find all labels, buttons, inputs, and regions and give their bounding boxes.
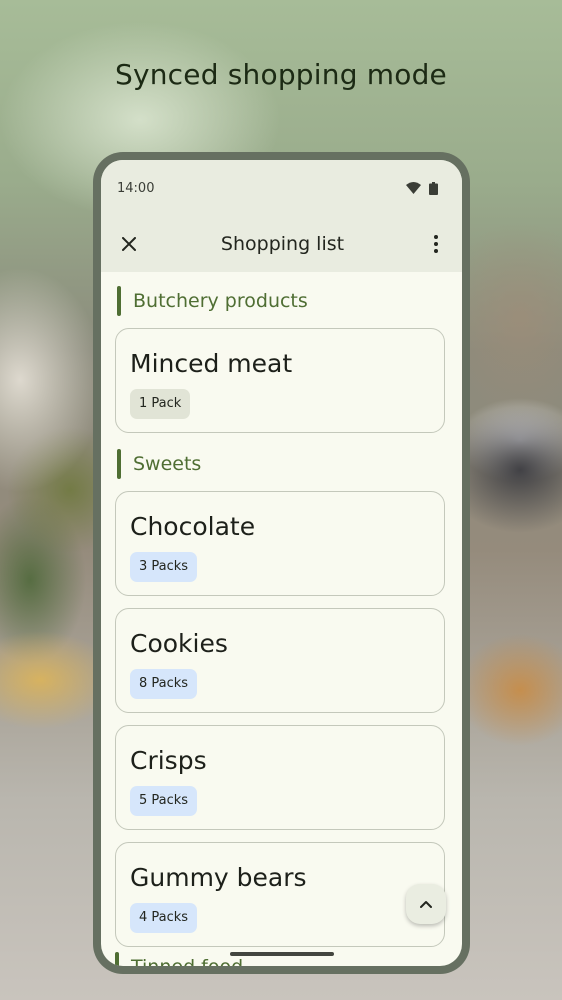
app-title: Shopping list <box>220 233 345 255</box>
section-header-tinned-food: Tinned food <box>115 952 243 966</box>
status-time: 14:00 <box>117 180 155 196</box>
close-icon <box>122 237 136 251</box>
app-bar: Shopping list <box>101 216 462 272</box>
list-item-cookies[interactable]: Cookies 8 Packs <box>115 608 445 713</box>
quantity-chip: 8 Packs <box>130 669 198 699</box>
quantity-chip: 3 Packs <box>130 552 198 582</box>
section-label: Sweets <box>133 453 202 475</box>
list-item-chocolate[interactable]: Chocolate 3 Packs <box>115 491 445 596</box>
quantity-chip: 4 Packs <box>130 903 198 933</box>
section-accent-bar <box>115 952 119 966</box>
phone-frame: 14:00 Shopping list Butchery products Mi… <box>93 152 470 974</box>
item-name: Cookies <box>130 629 228 658</box>
quantity-chip: 1 Pack <box>130 389 191 419</box>
section-label: Butchery products <box>133 290 308 312</box>
item-name: Crisps <box>130 746 207 775</box>
wifi-icon <box>406 182 421 194</box>
section-accent-bar <box>117 286 121 316</box>
section-header-butchery: Butchery products <box>117 286 445 316</box>
close-button[interactable] <box>115 230 143 258</box>
gesture-nav-handle[interactable] <box>229 952 334 956</box>
shopping-list: Butchery products Minced meat 1 Pack Swe… <box>101 272 462 947</box>
quantity-chip: 5 Packs <box>130 786 198 816</box>
more-vert-icon <box>434 235 438 253</box>
item-name: Gummy bears <box>130 863 307 892</box>
section-header-sweets: Sweets <box>117 449 445 479</box>
section-accent-bar <box>117 449 121 479</box>
list-item-minced-meat[interactable]: Minced meat 1 Pack <box>115 328 445 433</box>
list-item-gummy-bears[interactable]: Gummy bears 4 Packs <box>115 842 445 947</box>
more-options-button[interactable] <box>422 230 450 258</box>
chevron-up-icon <box>420 901 432 908</box>
item-name: Minced meat <box>130 349 293 378</box>
section-label: Tinned food <box>131 956 243 966</box>
scroll-to-top-button[interactable] <box>406 884 446 924</box>
phone-screen: 14:00 Shopping list Butchery products Mi… <box>101 160 462 966</box>
battery-icon <box>429 181 438 195</box>
status-bar: 14:00 <box>101 160 462 216</box>
page-headline: Synced shopping mode <box>114 58 447 91</box>
item-name: Chocolate <box>130 512 256 541</box>
list-item-crisps[interactable]: Crisps 5 Packs <box>115 725 445 830</box>
